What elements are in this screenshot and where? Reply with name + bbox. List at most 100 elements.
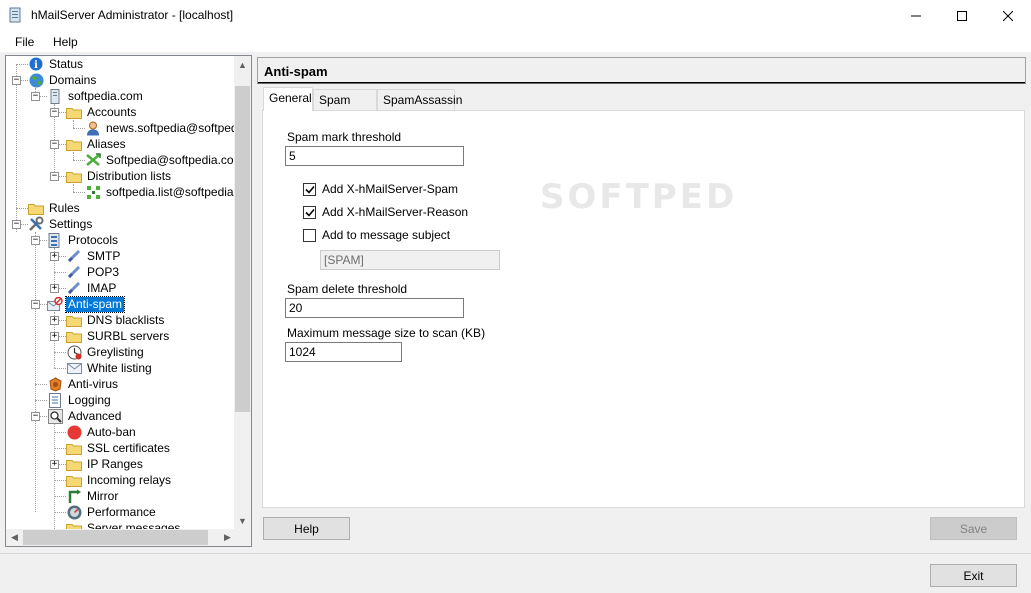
- navigation-tree[interactable]: − − − − − − − + + − + + − + i Status Dom…: [5, 55, 252, 547]
- menu-file[interactable]: File: [15, 35, 34, 49]
- tree-item-rules[interactable]: Rules: [28, 200, 82, 216]
- collapse-protocols[interactable]: −: [31, 236, 40, 245]
- add-x-spam-label: Add X-hMailServer-Spam: [322, 182, 459, 196]
- horizontal-scroll-thumb[interactable]: [23, 530, 208, 545]
- mirror-icon: [66, 488, 82, 504]
- add-to-subject-label: Add to message subject: [322, 228, 451, 242]
- tab-general[interactable]: General: [263, 87, 313, 111]
- svg-text:SOFTPEDIA: SOFTPEDIA: [540, 177, 740, 217]
- tree-item-pop3[interactable]: POP3: [66, 264, 121, 280]
- tree-item-aliases[interactable]: Aliases: [66, 136, 128, 152]
- spam-mark-threshold-label: Spam mark threshold: [287, 130, 402, 144]
- magnifier-icon: [47, 408, 63, 424]
- menu-help[interactable]: Help: [53, 35, 78, 49]
- scroll-up-icon[interactable]: ▲: [234, 56, 251, 73]
- add-x-reason-checkbox[interactable]: Add X-hMailServer-Reason: [303, 205, 468, 219]
- subject-prefix-input: [SPAM]: [320, 250, 500, 270]
- tree-item-imap[interactable]: IMAP: [66, 280, 118, 296]
- tree-item-antispam[interactable]: Anti-spam: [47, 295, 126, 313]
- add-to-subject-checkbox[interactable]: Add to message subject: [303, 228, 450, 242]
- folder-icon: [66, 312, 82, 328]
- folder-icon: [66, 328, 82, 344]
- checkbox-checked-icon: [303, 205, 316, 219]
- tree-item-settings[interactable]: Settings: [28, 216, 94, 232]
- tree-item-surbl-servers[interactable]: SURBL servers: [66, 328, 171, 344]
- save-button[interactable]: Save: [930, 517, 1017, 540]
- expand-smtp[interactable]: +: [50, 252, 59, 261]
- spam-delete-threshold-input[interactable]: 20: [285, 298, 464, 318]
- max-message-size-label: Maximum message size to scan (KB): [287, 326, 486, 340]
- tree-item-ip-ranges[interactable]: IP Ranges: [66, 456, 145, 472]
- tree-item-logging[interactable]: Logging: [47, 392, 113, 408]
- tree-item-greylisting[interactable]: Greylisting: [66, 344, 146, 360]
- collapse-settings[interactable]: −: [12, 220, 21, 229]
- collapse-antispam[interactable]: −: [31, 300, 40, 309]
- close-button[interactable]: [985, 0, 1031, 31]
- tree-item-incoming-relays[interactable]: Incoming relays: [66, 472, 173, 488]
- folder-icon: [66, 520, 82, 529]
- expand-dns-blacklists[interactable]: +: [50, 316, 59, 325]
- help-button[interactable]: Help: [263, 517, 350, 540]
- tree-item-mirror[interactable]: Mirror: [66, 488, 120, 504]
- tree-item-smtp[interactable]: SMTP: [66, 248, 122, 264]
- tools-icon: [28, 216, 44, 232]
- panel-title: Anti-spam: [264, 64, 328, 79]
- tree-item-list[interactable]: softpedia.list@softpedia.com: [85, 184, 236, 200]
- tree-item-distribution-lists[interactable]: Distribution lists: [66, 168, 173, 184]
- expand-surbl-servers[interactable]: +: [50, 332, 59, 341]
- tree-item-advanced[interactable]: Advanced: [47, 408, 123, 424]
- folder-icon: [66, 440, 82, 456]
- tree-item-performance[interactable]: Performance: [66, 504, 158, 520]
- collapse-distribution-lists[interactable]: −: [50, 172, 59, 181]
- exit-button[interactable]: Exit: [930, 564, 1017, 587]
- collapse-accounts[interactable]: −: [50, 108, 59, 117]
- collapse-domains[interactable]: −: [12, 76, 21, 85]
- tree-item-dns-blacklists[interactable]: DNS blacklists: [66, 312, 166, 328]
- tree-item-ssl-certificates[interactable]: SSL certificates: [66, 440, 172, 456]
- tree-item-domain[interactable]: softpedia.com: [47, 88, 145, 104]
- tree-item-server-messages[interactable]: Server messages: [66, 520, 182, 529]
- panel-header: Anti-spam: [257, 57, 1026, 84]
- close-icon: [1003, 10, 1013, 21]
- tree-item-status[interactable]: i Status: [28, 56, 85, 72]
- expand-ip-ranges[interactable]: +: [50, 460, 59, 469]
- expand-imap[interactable]: +: [50, 284, 59, 293]
- scroll-left-icon[interactable]: ◀: [6, 529, 23, 546]
- folder-icon: [66, 456, 82, 472]
- maximize-icon: [957, 10, 967, 21]
- collapse-advanced[interactable]: −: [31, 412, 40, 421]
- minimize-button[interactable]: [893, 0, 939, 31]
- stop-icon: [66, 424, 82, 440]
- collapse-aliases[interactable]: −: [50, 140, 59, 149]
- folder-icon: [66, 472, 82, 488]
- tab-spamassassin[interactable]: SpamAssassin: [377, 89, 462, 110]
- tree-item-domains[interactable]: Domains: [28, 72, 98, 88]
- max-message-size-input[interactable]: 1024: [285, 342, 402, 362]
- tree-item-account[interactable]: news.softpedia@softpedia.c: [85, 120, 236, 136]
- tree-item-alias[interactable]: Softpedia@softpedia.com: [85, 152, 236, 168]
- tree-horizontal-scrollbar[interactable]: ◀ ▶: [6, 529, 236, 546]
- clock-icon: [66, 344, 82, 360]
- title-bar: hMailServer Administrator - [localhost]: [0, 0, 1031, 31]
- tree-vertical-scrollbar[interactable]: ▲ ▼: [234, 56, 251, 529]
- tab-spam-tests[interactable]: Spam tests: [313, 89, 377, 121]
- tree-item-autoban[interactable]: Auto-ban: [66, 424, 138, 440]
- add-x-reason-label: Add X-hMailServer-Reason: [322, 205, 469, 219]
- tree-item-protocols[interactable]: Protocols: [47, 232, 120, 248]
- vertical-scroll-thumb[interactable]: [235, 86, 250, 412]
- scroll-down-icon[interactable]: ▼: [234, 512, 251, 529]
- tree-item-accounts[interactable]: Accounts: [66, 104, 138, 120]
- tree-item-antivirus[interactable]: Anti-virus: [47, 376, 120, 392]
- window-title: hMailServer Administrator - [localhost]: [31, 8, 234, 22]
- log-icon: [47, 392, 63, 408]
- menu-bar: File Help: [0, 31, 1031, 53]
- add-x-spam-checkbox[interactable]: Add X-hMailServer-Spam: [303, 182, 458, 196]
- server-icon: [47, 88, 63, 104]
- folder-icon: [66, 104, 82, 120]
- maximize-button[interactable]: [939, 0, 985, 31]
- tree-item-white-listing[interactable]: White listing: [66, 360, 154, 376]
- spam-mark-threshold-input[interactable]: 5: [285, 146, 464, 166]
- bottom-bar: [0, 553, 1031, 593]
- collapse-domain[interactable]: −: [31, 92, 40, 101]
- protocols-icon: [47, 232, 63, 248]
